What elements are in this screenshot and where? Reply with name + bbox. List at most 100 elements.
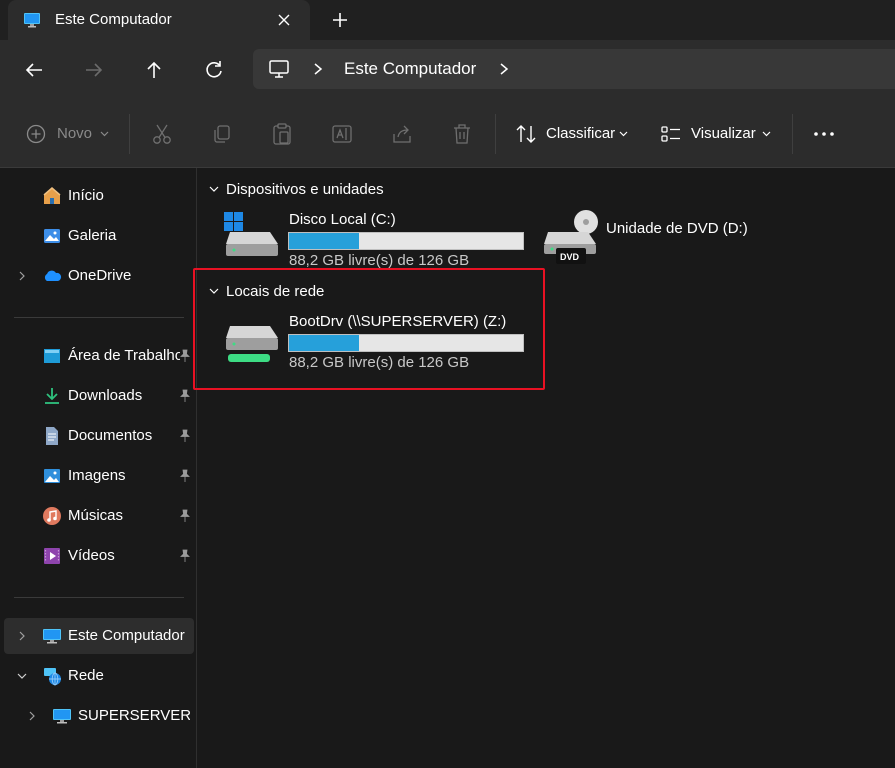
chevron-right-icon[interactable] xyxy=(16,270,28,282)
separator xyxy=(129,114,130,154)
copy-icon[interactable] xyxy=(211,122,233,146)
navigation-pane: Início Galeria OneDrive Área de Trabalho xyxy=(0,168,197,768)
chevron-down-icon xyxy=(100,131,109,137)
sidebar-item-videos[interactable]: Vídeos xyxy=(4,538,194,574)
drive-usage-bar xyxy=(288,232,524,250)
forward-arrow-icon[interactable] xyxy=(82,58,106,82)
local-disk-icon xyxy=(224,212,278,256)
pin-icon[interactable] xyxy=(178,429,192,443)
pictures-icon xyxy=(44,469,60,483)
monitor-icon xyxy=(24,13,40,28)
breadcrumb[interactable]: Este Computador xyxy=(344,59,476,79)
music-icon xyxy=(43,507,61,525)
paste-icon[interactable] xyxy=(271,122,293,146)
close-icon[interactable] xyxy=(274,10,294,30)
up-arrow-icon[interactable] xyxy=(142,58,166,82)
pin-icon[interactable] xyxy=(178,469,192,483)
pin-icon[interactable] xyxy=(178,349,192,363)
sidebar-divider xyxy=(14,597,184,598)
sidebar-item-superserver[interactable]: SUPERSERVER xyxy=(4,698,194,734)
back-arrow-icon[interactable] xyxy=(22,58,46,82)
download-icon xyxy=(45,388,59,404)
sidebar-item-onedrive[interactable]: OneDrive xyxy=(4,258,194,294)
new-tab-button[interactable] xyxy=(330,10,350,30)
home-icon xyxy=(43,187,61,204)
sort-icon xyxy=(516,125,536,143)
tab-este-computador[interactable]: Este Computador xyxy=(8,0,310,40)
sidebar-item-label: Documentos xyxy=(68,427,153,444)
drive-usage-fill xyxy=(289,233,360,249)
tab-title: Este Computador xyxy=(55,11,172,28)
chevron-right-icon[interactable] xyxy=(311,61,325,77)
chevron-down-icon xyxy=(762,131,771,137)
sidebar-item-label: Este Computador xyxy=(68,627,185,644)
dvd-badge: DVD xyxy=(560,252,580,262)
view-label: Visualizar xyxy=(691,125,756,142)
monitor-icon xyxy=(43,629,61,644)
sidebar-item-downloads[interactable]: Downloads xyxy=(4,378,194,414)
sidebar-item-area-de-trabalho[interactable]: Área de Trabalho xyxy=(4,338,194,374)
cloud-icon xyxy=(44,270,62,281)
sidebar-item-imagens[interactable]: Imagens xyxy=(4,458,194,494)
drive-name: Disco Local (C:) xyxy=(289,211,396,228)
sidebar-item-label: Início xyxy=(68,187,104,204)
sort-button[interactable]: Classificar xyxy=(515,122,630,146)
command-bar: Novo Classificar Visualizar xyxy=(0,100,895,168)
chevron-right-icon[interactable] xyxy=(26,710,38,722)
sidebar-item-label: Área de Trabalho xyxy=(68,347,180,364)
cut-icon[interactable] xyxy=(151,122,173,146)
navigation-bar: Este Computador xyxy=(0,40,895,100)
rename-icon[interactable] xyxy=(331,122,353,146)
sidebar-item-label: Downloads xyxy=(68,387,143,404)
title-bar: Este Computador xyxy=(0,0,895,40)
group-header-label: Dispositivos e unidades xyxy=(226,181,384,198)
sidebar-divider xyxy=(14,317,184,318)
sidebar-item-este-computador[interactable]: Este Computador xyxy=(4,618,194,654)
share-icon[interactable] xyxy=(391,122,413,146)
separator xyxy=(792,114,793,154)
sidebar-item-label: Imagens xyxy=(68,467,126,484)
sidebar-item-documentos[interactable]: Documentos xyxy=(4,418,194,454)
content-pane: Dispositivos e unidades Disco Local (C:)… xyxy=(198,168,895,768)
chevron-down-icon xyxy=(209,186,219,192)
sidebar-item-label: OneDrive xyxy=(68,267,132,284)
sidebar-item-inicio[interactable]: Início xyxy=(4,178,194,214)
videos-icon xyxy=(44,548,60,564)
sidebar-item-rede[interactable]: Rede xyxy=(4,658,194,694)
chevron-right-icon[interactable] xyxy=(16,630,28,642)
drive-name: Unidade de DVD (D:) xyxy=(606,220,748,237)
sidebar-item-musicas[interactable]: Músicas xyxy=(4,498,194,534)
new-button[interactable]: Novo xyxy=(26,122,112,146)
computer-icon xyxy=(269,60,289,78)
pin-icon[interactable] xyxy=(178,509,192,523)
separator xyxy=(495,114,496,154)
delete-icon[interactable] xyxy=(451,122,473,146)
refresh-icon[interactable] xyxy=(202,58,226,82)
chevron-down-icon[interactable] xyxy=(16,670,28,682)
desktop-icon xyxy=(44,349,60,363)
drive-item-d[interactable]: DVD Unidade de DVD (D:) xyxy=(542,208,772,270)
gallery-icon xyxy=(44,229,60,243)
sidebar-item-label: Galeria xyxy=(68,227,117,244)
new-label: Novo xyxy=(57,125,93,142)
highlight-box xyxy=(193,268,545,390)
chevron-down-icon xyxy=(619,131,628,137)
sidebar-item-label: SUPERSERVER xyxy=(78,707,190,724)
pin-icon[interactable] xyxy=(178,389,192,403)
sidebar-item-label: Vídeos xyxy=(68,547,115,564)
address-bar[interactable]: Este Computador xyxy=(253,49,895,89)
drive-item-c[interactable]: Disco Local (C:) 88,2 GB livre(s) de 126… xyxy=(222,208,532,270)
sidebar-item-label: Rede xyxy=(68,667,104,684)
monitor-icon xyxy=(53,709,71,724)
view-list-icon xyxy=(661,126,680,142)
group-header-devices[interactable]: Dispositivos e unidades xyxy=(208,181,384,198)
pin-icon[interactable] xyxy=(178,549,192,563)
view-button[interactable]: Visualizar xyxy=(660,122,775,146)
plus-circle-icon xyxy=(26,124,46,144)
chevron-right-icon[interactable] xyxy=(497,61,511,77)
sidebar-item-galeria[interactable]: Galeria xyxy=(4,218,194,254)
document-icon xyxy=(46,427,58,445)
drive-free-space: 88,2 GB livre(s) de 126 GB xyxy=(289,252,470,269)
network-icon xyxy=(44,668,61,686)
more-icon[interactable] xyxy=(812,122,836,146)
